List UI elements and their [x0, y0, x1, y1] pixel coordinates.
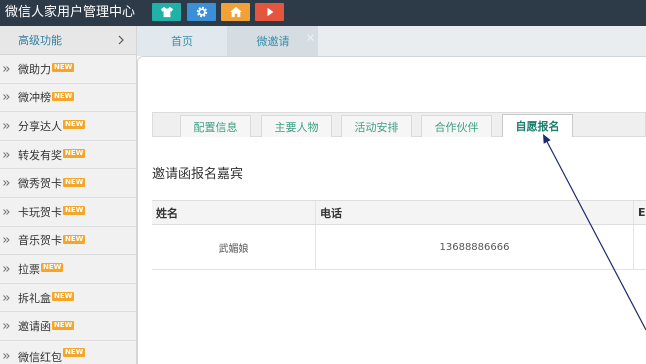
double-chevron-right-icon [3, 353, 10, 359]
sidebar-item-label: 微秀贺卡 [18, 177, 62, 191]
new-badge: NEW [52, 91, 75, 101]
sidebar-item-chailihe[interactable]: 拆礼盒 NEW [0, 284, 136, 313]
shirt-icon [160, 6, 173, 18]
double-chevron-right-icon [3, 123, 10, 129]
sidebar-item-label: 音乐贺卡 [18, 234, 62, 248]
sidebar-item-label: 转发有奖 [18, 148, 62, 162]
gear-icon [196, 6, 207, 18]
new-badge: NEW [52, 63, 75, 73]
table-row: 武媚娘 13688886666 [152, 225, 646, 270]
registrants-table: 姓名 电话 E 武媚娘 13688886666 [152, 200, 646, 270]
double-chevron-right-icon [3, 323, 10, 329]
chevron-right-icon [118, 35, 124, 45]
double-chevron-right-icon [3, 180, 10, 187]
new-badge: NEW [63, 149, 86, 159]
double-chevron-right-icon [3, 266, 10, 272]
sidebar-item-yinyue[interactable]: 音乐贺卡 NEW [0, 227, 136, 256]
subtab-main-people[interactable]: 主要人物 [261, 115, 332, 137]
new-badge: NEW [52, 320, 75, 330]
sidebar-item-label: 分享达人 [18, 119, 62, 133]
tab-bar: 首页 微邀请 [137, 26, 646, 56]
sidebar-item-weixiu[interactable]: 微秀贺卡 NEW [0, 169, 136, 198]
tab-label: 首页 [171, 35, 193, 48]
sidebar-item-fenxiang[interactable]: 分享达人 NEW [0, 112, 136, 141]
cell-name: 武媚娘 [152, 225, 316, 269]
sidebar-item-zhuli[interactable]: 微助力 NEW [0, 55, 136, 84]
cell-phone: 13688886666 [316, 225, 634, 269]
sidebar-item-label: 拆礼盒 [18, 291, 51, 305]
subtab-schedule[interactable]: 活动安排 [341, 115, 412, 137]
sidebar-item-hongbao[interactable]: 微信红包 NEW [0, 341, 136, 364]
sidebar-item-label: 卡玩贺卡 [18, 205, 62, 219]
home-icon [229, 6, 242, 18]
content-panel: 配置信息 主要人物 活动安排 合作伙伴 自愿报名 邀请函报名嘉宾 姓名 电话 E… [137, 56, 646, 364]
double-chevron-right-icon [3, 65, 10, 72]
sidebar: 高级功能 微助力 NEW 微冲榜 NEW 分享达人 NEW 转发有奖 NEW 微秀贺卡 N… [0, 26, 137, 364]
subtab-partners[interactable]: 合作伙伴 [421, 115, 492, 137]
subtab-signup[interactable]: 自愿报名 [502, 114, 573, 137]
new-badge: NEW [63, 206, 86, 216]
section-title: 邀请函报名嘉宾 [152, 167, 244, 182]
new-badge: NEW [63, 177, 86, 187]
double-chevron-right-icon [3, 208, 10, 215]
column-header-e: E [638, 206, 646, 219]
new-badge: NEW [63, 120, 86, 130]
column-header-phone: 电话 [316, 201, 634, 224]
app-title: 微信人家用户管理中心 [5, 5, 136, 20]
new-badge: NEW [63, 234, 86, 244]
app-header: 微信人家用户管理中心 [0, 0, 646, 26]
sidebar-item-yaoqinghan[interactable]: 邀请函 NEW [0, 312, 136, 341]
sidebar-item-label: 微助力 [18, 62, 51, 76]
settings-button[interactable] [187, 3, 216, 21]
sidebar-item-chongbang[interactable]: 微冲榜 NEW [0, 84, 136, 113]
sidebar-item-kawan[interactable]: 卡玩贺卡 NEW [0, 198, 136, 227]
new-badge: NEW [52, 292, 75, 302]
double-chevron-right-icon [3, 237, 10, 244]
play-button[interactable] [255, 3, 284, 21]
close-icon[interactable] [307, 34, 314, 41]
double-chevron-right-icon [3, 94, 10, 101]
column-header-name: 姓名 [152, 201, 316, 224]
double-chevron-right-icon [3, 294, 10, 301]
theme-button[interactable] [152, 3, 181, 21]
new-badge: NEW [63, 347, 86, 357]
sidebar-item-label: 邀请函 [18, 320, 51, 334]
sidebar-item-lapiao[interactable]: 拉票 NEW [0, 255, 136, 284]
sidebar-section-label: 高级功能 [18, 34, 62, 47]
tab-home[interactable]: 首页 [137, 26, 228, 56]
tab-label: 微邀请 [256, 35, 290, 48]
cell-e [634, 225, 646, 269]
sidebar-item-zhuanfa[interactable]: 转发有奖 NEW [0, 141, 136, 170]
sidebar-item-label: 微信红包 [18, 350, 62, 364]
table-header-row: 姓名 电话 E [152, 200, 646, 225]
sidebar-item-label: 微冲榜 [18, 91, 51, 105]
home-button[interactable] [221, 3, 250, 21]
sidebar-item-label: 拉票 [18, 262, 40, 276]
double-chevron-right-icon [3, 151, 10, 158]
new-badge: NEW [41, 263, 64, 273]
play-icon [266, 7, 273, 17]
sidebar-section-advanced[interactable]: 高级功能 [0, 26, 136, 55]
subtab-config[interactable]: 配置信息 [180, 115, 251, 137]
subtab-bar: 配置信息 主要人物 活动安排 合作伙伴 自愿报名 [152, 112, 646, 137]
tab-invite[interactable]: 微邀请 [228, 26, 318, 56]
